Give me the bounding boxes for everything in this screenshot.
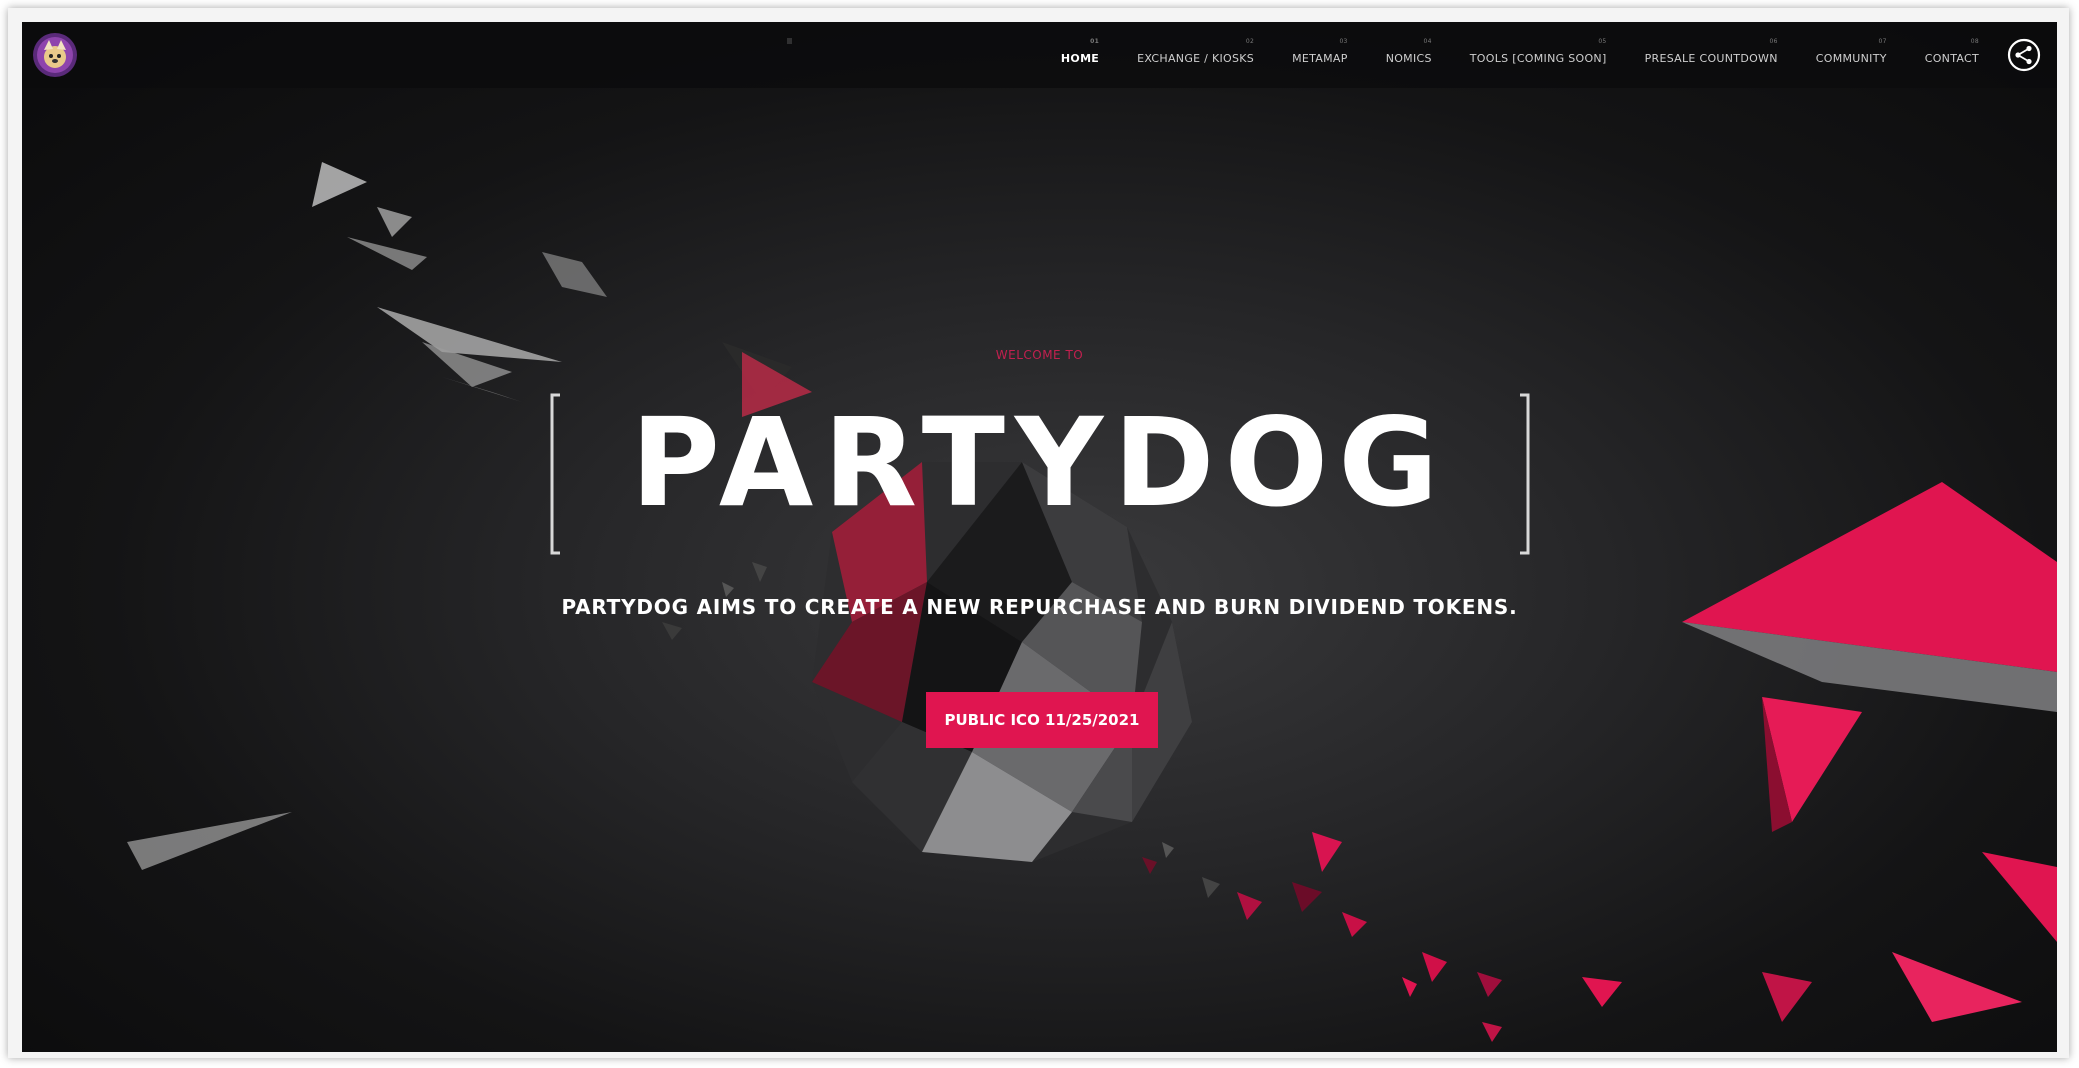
hero-section: 01 HOME 02 EXCHANGE / KIOSKS 03 METAMAP … xyxy=(22,22,2057,1052)
hero-tagline: PARTYDOG AIMS TO CREATE A NEW REPURCHASE… xyxy=(561,595,1518,619)
public-ico-button[interactable]: PUBLIC ICO 11/25/2021 xyxy=(926,692,1158,748)
title-brackets xyxy=(550,393,1530,555)
hero-title: PARTYDOG xyxy=(630,392,1449,534)
